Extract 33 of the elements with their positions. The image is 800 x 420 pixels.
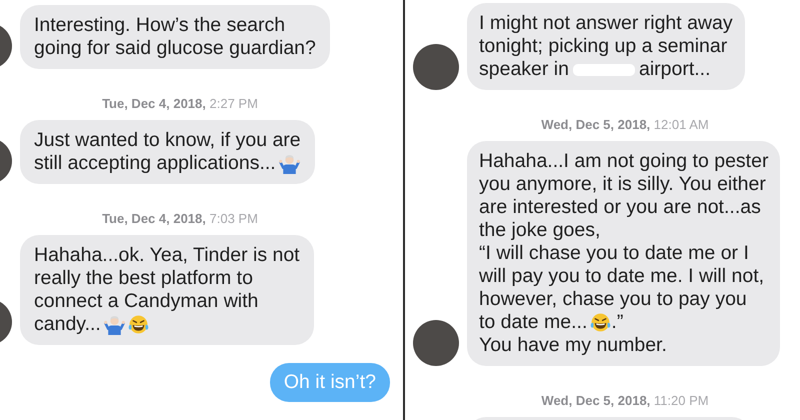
message-text: tonight; picking up a seminar bbox=[479, 35, 728, 58]
shrugging-person-icon bbox=[278, 153, 300, 174]
message-text: “I will chase you to date me or I bbox=[479, 242, 749, 265]
shrugging-person-icon bbox=[104, 314, 125, 335]
message-text: Oh it isn’t? bbox=[284, 371, 376, 394]
message-text: speaker in bbox=[479, 58, 569, 81]
message-text: I might not answer right away bbox=[479, 12, 733, 35]
message-text: Hahaha...ok. Yea, Tinder is not bbox=[34, 244, 300, 267]
message-text: you anymore, it is silly. You either bbox=[479, 173, 766, 196]
message-text: really the best platform to bbox=[34, 267, 253, 290]
message-text: however, chase you to pay you bbox=[479, 288, 747, 311]
avatar[interactable] bbox=[413, 320, 459, 366]
timestamp: Tue, Dec 4, 2018, 2:27 PM bbox=[101, 96, 259, 111]
message-text: candy... bbox=[34, 313, 101, 336]
message-text: Hahaha...I am not going to pester bbox=[479, 150, 768, 173]
message-text: the joke goes, bbox=[479, 219, 600, 242]
timestamp: Tue, Dec 4, 2018, 7:03 PM bbox=[101, 211, 259, 226]
message-text: are interested or you are not...as bbox=[479, 196, 761, 219]
laughing-face-icon bbox=[590, 312, 612, 333]
message-text: connect a Candyman with bbox=[34, 290, 258, 313]
message-text: Interesting. How’s the search bbox=[34, 14, 286, 37]
message-text: airport... bbox=[638, 58, 710, 81]
message-text: to date me... bbox=[479, 311, 588, 334]
message-text: You have my number. bbox=[479, 334, 667, 357]
laughing-face-icon bbox=[128, 314, 149, 335]
message-text: going for said glucose guardian? bbox=[34, 37, 316, 60]
message-text: .” bbox=[611, 311, 624, 334]
message-text: Just wanted to know, if you are bbox=[34, 129, 301, 152]
timestamp: Wed, Dec 5, 2018, 11:20 PM bbox=[540, 393, 710, 408]
message-text: still accepting applications... bbox=[34, 152, 276, 175]
avatar[interactable] bbox=[413, 44, 459, 90]
message-text: will pay you to date me. I will not, bbox=[479, 265, 764, 288]
timestamp: Wed, Dec 5, 2018, 12:01 AM bbox=[540, 117, 710, 132]
